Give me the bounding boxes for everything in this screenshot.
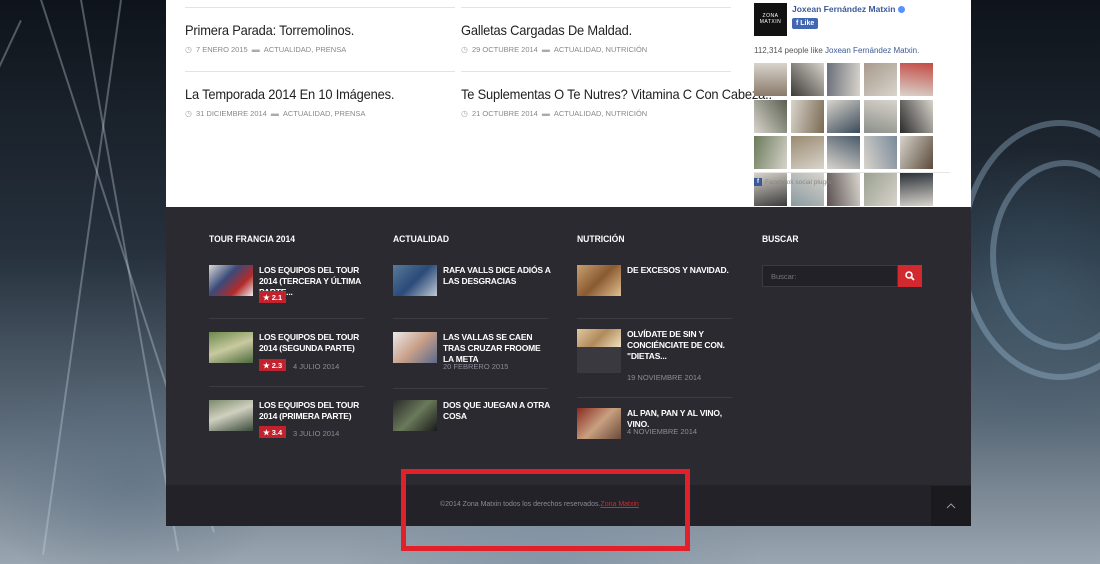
fan-avatar[interactable] [827, 99, 860, 133]
fan-avatar[interactable] [790, 63, 824, 96]
fan-avatar[interactable] [754, 99, 787, 133]
clock-icon: ◷ [185, 45, 192, 54]
post-item[interactable]: Primera Parada: Torremolinos. ◷ 7 ENERO … [185, 7, 455, 54]
verified-icon [898, 6, 906, 14]
post-date: 21 OCTUBRE 2014 [471, 109, 538, 118]
page-logo[interactable]: ZONA MATXIN [754, 3, 787, 36]
back-to-top-button[interactable] [931, 486, 971, 526]
fan-avatar[interactable] [827, 136, 860, 169]
fan-avatar[interactable] [790, 99, 824, 133]
thumbnail[interactable] [393, 400, 437, 431]
post-item[interactable]: Te Suplementas O Te Nutres? Vitamina C C… [461, 71, 772, 118]
fan-avatar[interactable] [827, 63, 860, 96]
search-icon [905, 271, 915, 281]
thumbnail[interactable] [577, 408, 621, 439]
folder-icon: ▬ [251, 45, 260, 54]
star-icon: ★ [263, 427, 270, 437]
clock-icon: ◷ [185, 109, 192, 118]
post-date: 31 DICIEMBRE 2014 [195, 109, 267, 118]
search-button[interactable] [898, 265, 922, 287]
thumbnail[interactable] [577, 329, 621, 347]
post-date: 29 OCTUBRE 2014 [471, 45, 538, 54]
post-title[interactable]: Primera Parada: Torremolinos. [185, 22, 433, 38]
rating-badge: ★ 2.3 [259, 359, 287, 371]
post-categories[interactable]: ACTUALIDAD, PRENSA [264, 45, 347, 54]
thumbnail[interactable] [209, 265, 253, 296]
widget-heading: ACTUALIDAD [393, 234, 450, 245]
footer-widgets: TOUR FRANCIA 2014 LOS EQUIPOS DEL TOUR 2… [166, 207, 971, 485]
page-link[interactable]: Joxean Fernández Matxin. [825, 46, 919, 55]
clock-icon: ◷ [461, 45, 468, 54]
facebook-like-button[interactable]: f Like [792, 18, 819, 29]
fan-avatar[interactable] [754, 63, 787, 96]
widget-heading: TOUR FRANCIA 2014 [209, 234, 296, 245]
post-date: 7 ENERO 2015 [195, 45, 248, 54]
like-count: 112,314 people like Joxean Fernández Mat… [754, 46, 920, 55]
fan-avatar[interactable] [900, 63, 933, 96]
page-container: Primera Parada: Torremolinos. ◷ 7 ENERO … [166, 0, 971, 526]
folder-icon: ▬ [541, 109, 550, 118]
fan-avatar[interactable] [863, 136, 897, 169]
post-categories[interactable]: ACTUALIDAD, NUTRICIÓN [554, 45, 647, 54]
fan-avatar[interactable] [863, 99, 897, 133]
search-input[interactable]: Buscar: [762, 265, 898, 287]
fan-avatar[interactable] [863, 63, 897, 96]
thumbnail[interactable] [577, 265, 621, 296]
fan-avatar[interactable] [900, 172, 933, 206]
facebook-like-box: ZONA MATXIN Joxean Fernández Matxin f Li… [754, 0, 951, 206]
thumbnail[interactable] [209, 332, 253, 363]
fan-avatar[interactable] [900, 136, 933, 169]
widget-heading: NUTRICIÓN [577, 234, 625, 245]
rating-badge: ★ 3.4 [259, 426, 287, 438]
thumbnail[interactable] [393, 332, 437, 363]
post-item[interactable]: Galletas Cargadas De Maldad. ◷ 29 OCTUBR… [461, 7, 731, 54]
fan-avatar[interactable] [900, 99, 933, 133]
thumbnail[interactable] [209, 400, 253, 431]
star-icon: ★ [263, 360, 270, 370]
post-title[interactable]: La Temporada 2014 En 10 Imágenes. [185, 86, 433, 102]
facebook-page-name[interactable]: Joxean Fernández Matxin [792, 4, 895, 14]
rating-badge: ★ 2.1 [259, 291, 287, 303]
clock-icon: ◷ [461, 109, 468, 118]
star-icon: ★ [263, 292, 270, 302]
widget-heading: BUSCAR [762, 234, 799, 245]
post-categories[interactable]: ACTUALIDAD, PRENSA [283, 109, 366, 118]
chevron-up-icon [946, 503, 956, 509]
facebook-icon: f [754, 178, 762, 186]
post-categories[interactable]: ACTUALIDAD, NUTRICIÓN [554, 109, 647, 118]
fan-avatar[interactable] [790, 136, 824, 169]
fan-avatar[interactable] [754, 136, 787, 169]
folder-icon: ▬ [270, 109, 279, 118]
folder-icon: ▬ [541, 45, 550, 54]
thumbnail[interactable] [393, 265, 437, 296]
facebook-plugin-label: f Facebook social plugin [754, 178, 831, 186]
post-title[interactable]: Galletas Cargadas De Maldad. [461, 22, 709, 38]
recent-posts: Primera Parada: Torremolinos. ◷ 7 ENERO … [166, 0, 971, 207]
fan-avatar[interactable] [863, 172, 897, 206]
highlight-annotation [401, 469, 690, 551]
post-title[interactable]: Te Suplementas O Te Nutres? Vitamina C C… [461, 86, 772, 102]
post-item[interactable]: La Temporada 2014 En 10 Imágenes. ◷ 31 D… [185, 71, 455, 118]
fan-avatar[interactable] [827, 172, 860, 206]
